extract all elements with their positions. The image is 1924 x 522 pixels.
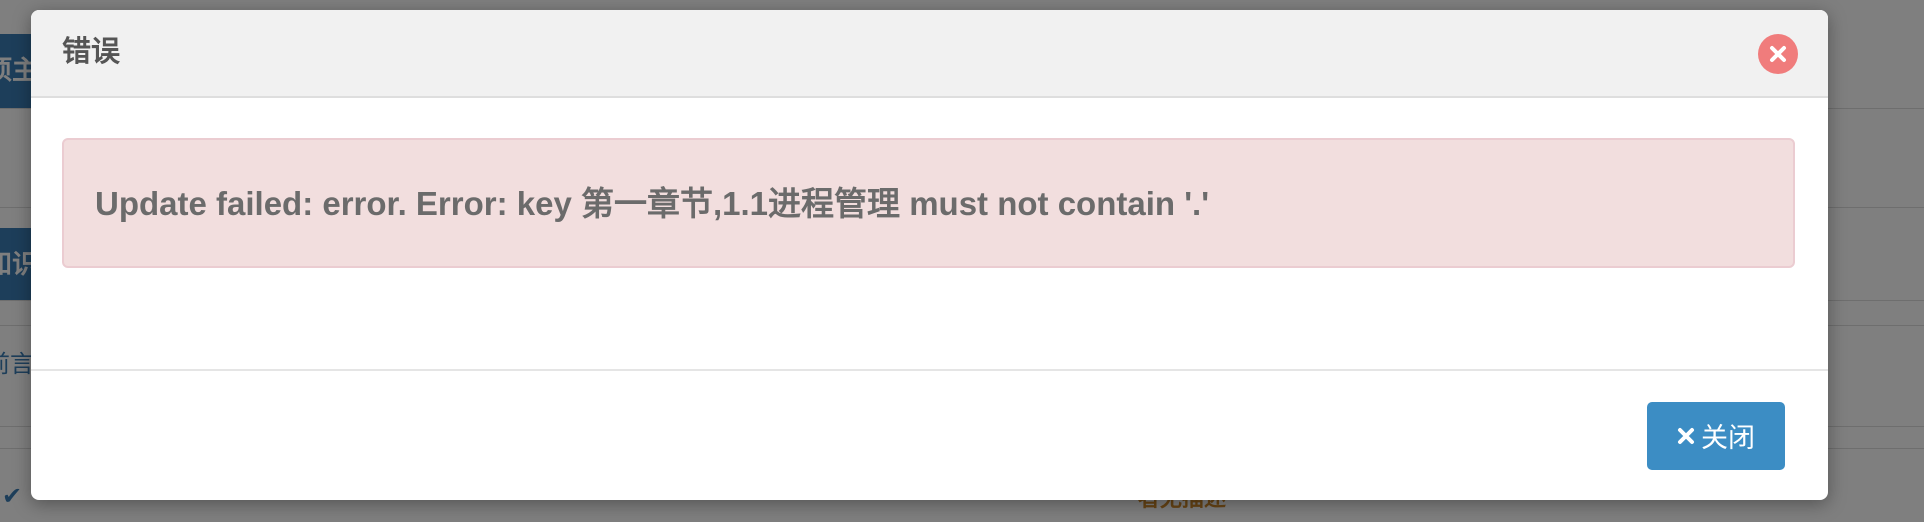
x-icon: [1677, 402, 1695, 470]
alert-message: Update failed: error. Error: key 第一章节,1.…: [95, 185, 1210, 222]
close-icon: [1770, 46, 1786, 62]
modal-footer: 关闭: [31, 369, 1828, 500]
modal-title: 错误: [62, 36, 121, 68]
error-modal: 错误 Update failed: error. Error: key 第一章节…: [31, 10, 1828, 500]
modal-header: 错误: [31, 10, 1828, 98]
close-button[interactable]: 关闭: [1647, 402, 1785, 470]
close-button-label: 关闭: [1701, 422, 1755, 453]
error-alert: Update failed: error. Error: key 第一章节,1.…: [62, 138, 1795, 268]
close-circle-icon[interactable]: [1758, 34, 1798, 74]
